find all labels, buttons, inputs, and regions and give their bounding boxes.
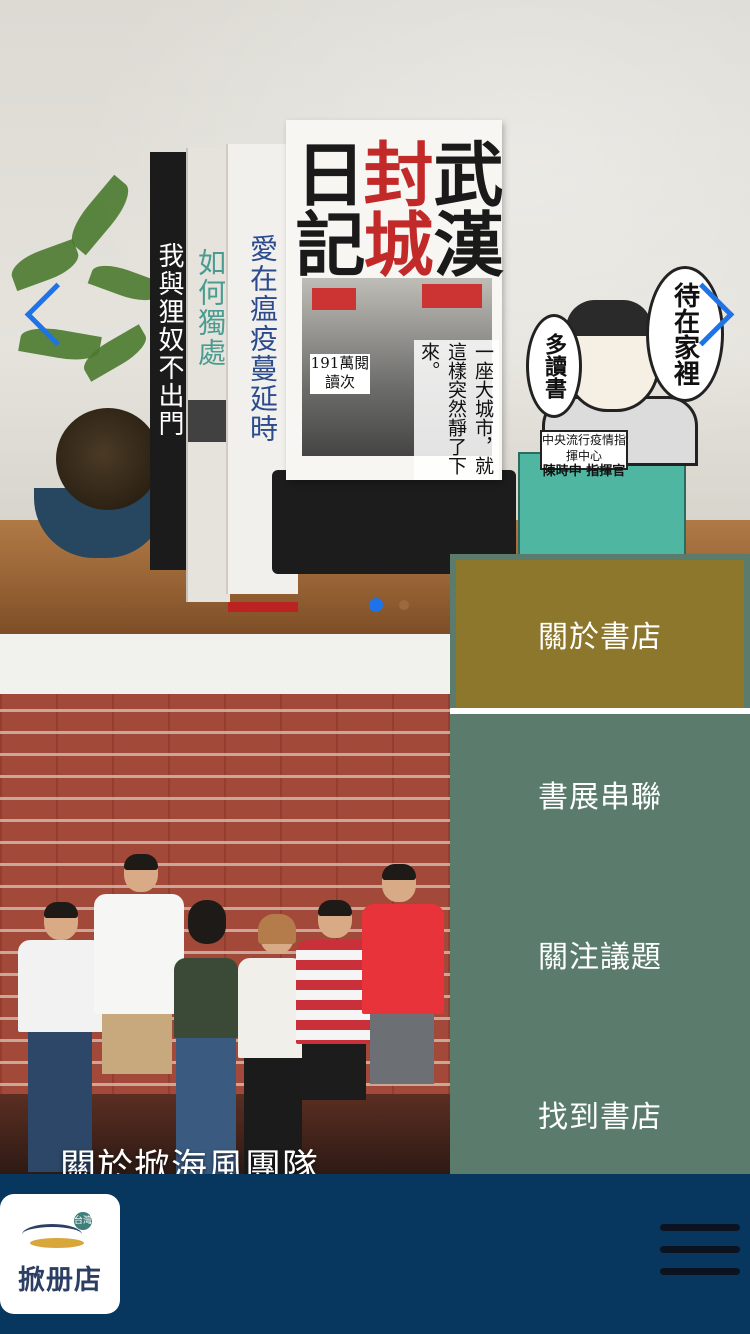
- book-spine-2-title: 如何獨處: [194, 248, 227, 368]
- nameplate-name: 陳時中 指揮官: [542, 464, 626, 479]
- slider-dot-1[interactable]: [369, 598, 383, 612]
- slider-dot-2[interactable]: [399, 600, 409, 610]
- nameplate-org: 中央流行疫情指揮中心: [542, 433, 627, 463]
- menu-item-find-store[interactable]: 找到書店: [450, 1034, 750, 1194]
- menu-item-book-exhibition[interactable]: 書展串聯: [450, 714, 750, 874]
- book-spine-1-title: 我與狸奴不出門: [154, 242, 184, 438]
- hamburger-icon[interactable]: [660, 1224, 740, 1276]
- site-logo[interactable]: 台灣 掀册店: [0, 1194, 120, 1314]
- book-cover-main: 武漢 封城 日記 191萬閱讀次 一座大城市，就這樣突然靜了下來。: [284, 120, 505, 480]
- menu-item-issues[interactable]: 關注議題: [450, 874, 750, 1034]
- speech-bubble-left: 多讀書: [526, 314, 582, 418]
- book-side-text: 一座大城市，就這樣突然靜了下來。: [414, 340, 499, 480]
- logo-stamp: 台灣: [74, 1212, 92, 1230]
- side-menu: 關於書店 書展串聯 關注議題 找到書店: [450, 554, 750, 1194]
- logo-wing-icon: [30, 1238, 84, 1248]
- nameplate: 中央流行疫情指揮中心 陳時中 指揮官: [540, 430, 628, 479]
- book-spine-2: 如何獨處: [186, 148, 230, 602]
- book-title-col3: 日記: [284, 138, 367, 278]
- logo-text: 掀册店: [18, 1265, 102, 1296]
- book-title-col2: 封城: [352, 138, 435, 278]
- book-spine-3-title: 愛在瘟疫蔓延時: [246, 234, 279, 444]
- book-title-col1: 武漢: [422, 138, 505, 278]
- book-spine-1: 我與狸奴不出門: [150, 152, 186, 570]
- team-photo[interactable]: [0, 694, 450, 1174]
- menu-item-about-store[interactable]: 關於書店: [456, 560, 744, 708]
- hero-slider[interactable]: 我與狸奴不出門 如何獨處 愛在瘟疫蔓延時 武漢 封城 日記 191萬閱讀次 一座…: [0, 0, 750, 634]
- book-badge: 191萬閱讀次: [310, 354, 370, 394]
